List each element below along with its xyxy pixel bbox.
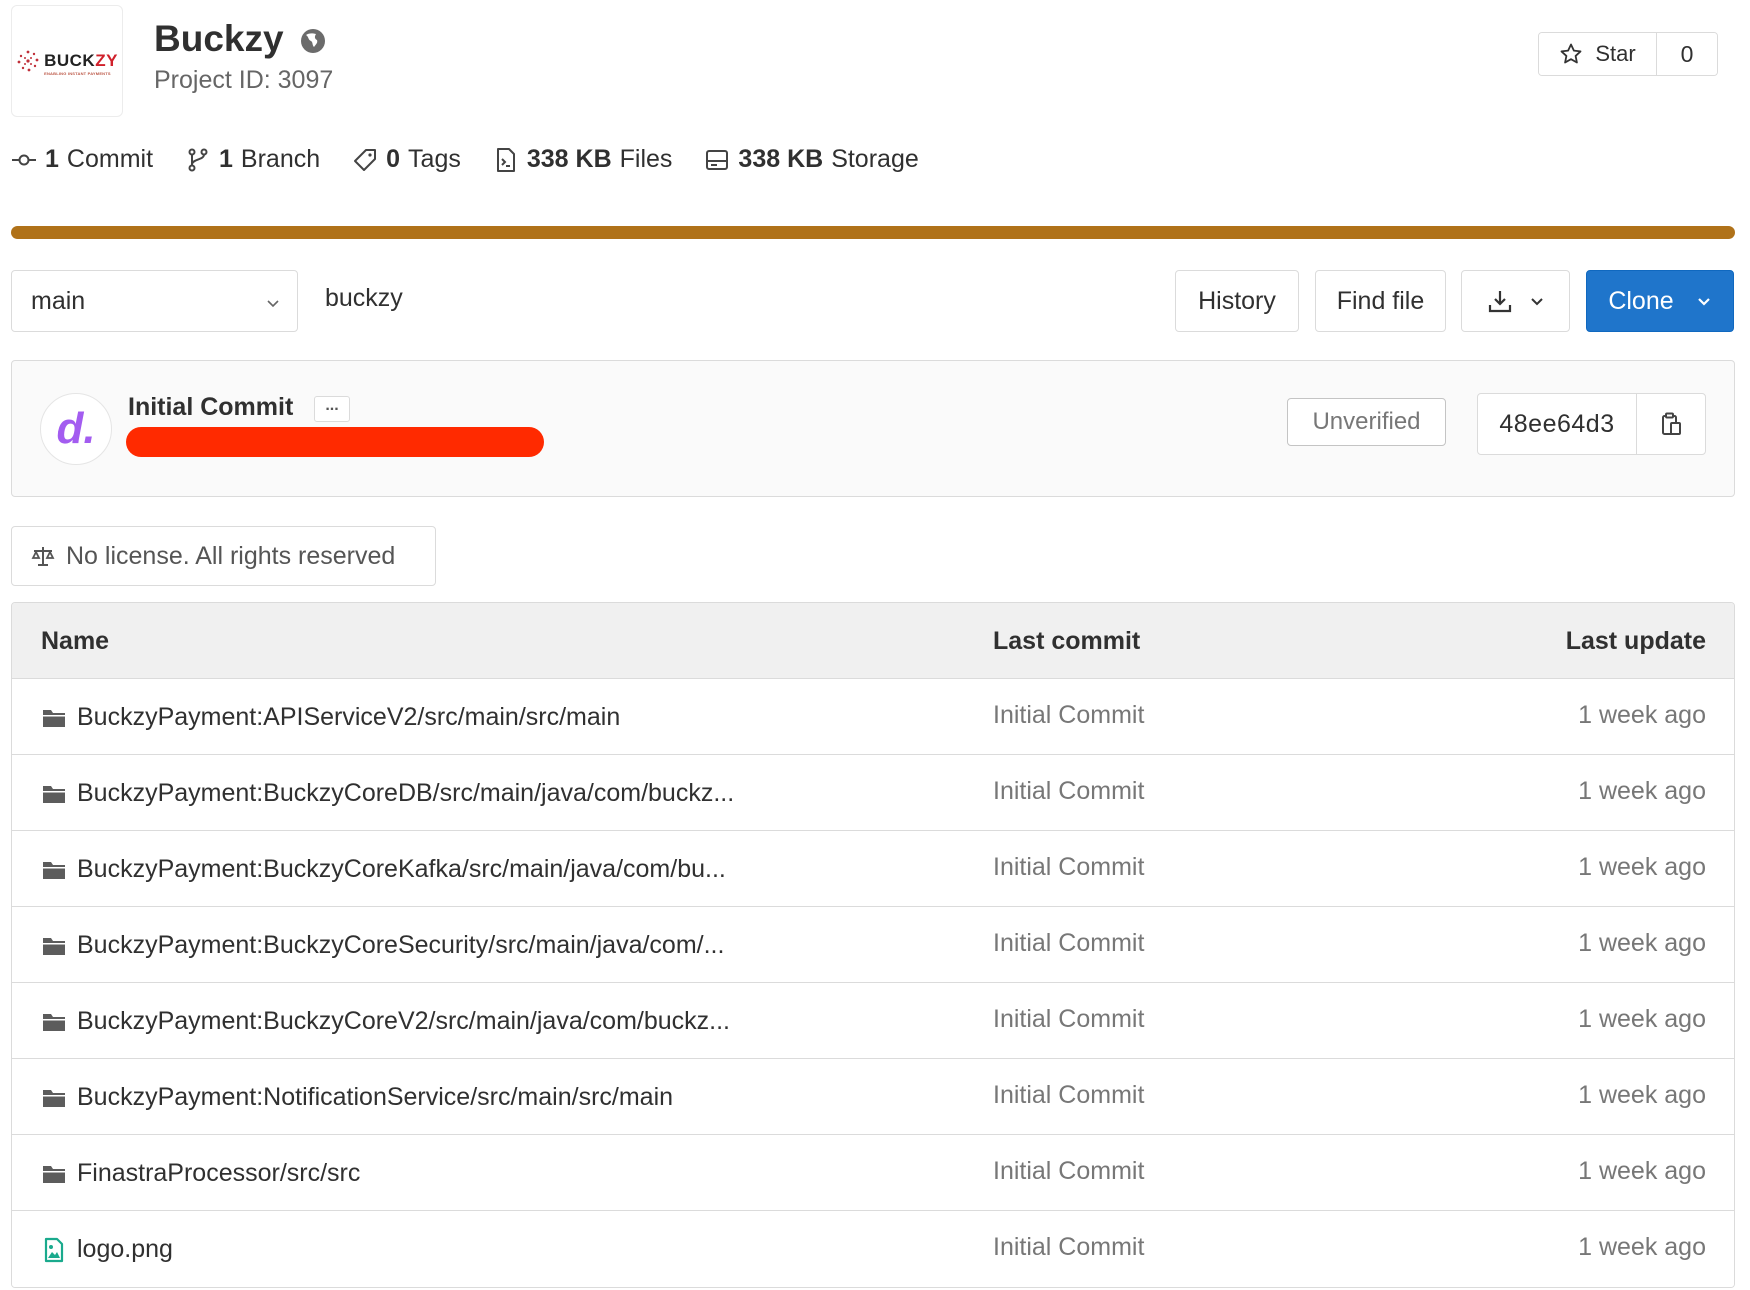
star-icon (1560, 43, 1582, 64)
chevron-down-icon (1530, 298, 1543, 306)
table-row[interactable]: BuckzyPayment:BuckzyCoreSecurity/src/mai… (12, 907, 1734, 983)
scale-icon (31, 547, 55, 566)
stat-commits[interactable]: 1 Commit (11, 145, 153, 174)
branch-name: main (31, 286, 86, 315)
file-name-link[interactable]: logo.png (77, 1235, 173, 1264)
row-last-commit[interactable]: Initial Commit (993, 701, 1144, 730)
row-last-update: 1 week ago (1578, 1005, 1706, 1033)
logo-tagline: ENABLING INSTANT PAYMENTS (44, 71, 111, 76)
globe-icon (300, 29, 325, 53)
folder-icon (43, 785, 65, 803)
project-avatar[interactable]: BUCKZY ENABLING INSTANT PAYMENTS (11, 5, 123, 117)
repository-language-bar[interactable] (11, 226, 1735, 239)
row-last-update: 1 week ago (1578, 1081, 1706, 1109)
redacted-author (126, 427, 544, 457)
table-row[interactable]: BuckzyPayment:BuckzyCoreKafka/src/main/j… (12, 831, 1734, 907)
project-title: Buckzy (154, 18, 326, 60)
folder-icon (43, 937, 65, 955)
star-button-group: Star 0 (1538, 32, 1718, 76)
row-last-update: 1 week ago (1578, 701, 1706, 729)
author-avatar[interactable]: d. (40, 393, 112, 465)
star-count[interactable]: 0 (1657, 33, 1717, 75)
row-last-update: 1 week ago (1578, 853, 1706, 881)
license-button[interactable]: No license. All rights reserved (11, 526, 436, 586)
storage-icon (706, 149, 729, 170)
clipboard-icon (1662, 412, 1681, 435)
tag-icon (354, 148, 377, 171)
logo-wordmark: BUCKZY ENABLING INSTANT PAYMENTS (44, 51, 118, 76)
row-last-update: 1 week ago (1578, 929, 1706, 957)
folder-icon (43, 1089, 65, 1107)
history-button[interactable]: History (1175, 270, 1299, 332)
branch-icon (188, 148, 208, 171)
file-name-link[interactable]: BuckzyPayment:BuckzyCoreSecurity/src/mai… (77, 931, 724, 960)
folder-icon (43, 1013, 65, 1031)
row-last-commit[interactable]: Initial Commit (993, 1233, 1144, 1262)
table-row[interactable]: BuckzyPayment:BuckzyCoreV2/src/main/java… (12, 983, 1734, 1059)
project-id: Project ID: 3097 (154, 66, 334, 94)
file-name-link[interactable]: FinastraProcessor/src/src (77, 1159, 360, 1188)
table-row[interactable]: logo.png Initial Commit 1 week ago (12, 1211, 1734, 1287)
license-text: No license. All rights reserved (66, 541, 396, 570)
file-tree-table: Name Last commit Last update BuckzyPayme… (11, 602, 1735, 1288)
row-last-update: 1 week ago (1578, 777, 1706, 805)
row-last-commit[interactable]: Initial Commit (993, 853, 1144, 882)
clone-button[interactable]: Clone (1586, 270, 1734, 332)
stat-storage[interactable]: 338 KB Storage (704, 145, 919, 174)
chevron-down-icon (267, 300, 279, 308)
star-button[interactable]: Star (1539, 33, 1657, 75)
header-name: Name (41, 627, 110, 655)
logo-dots-icon (17, 50, 39, 72)
stat-tags[interactable]: 0 Tags (352, 145, 461, 174)
row-last-commit[interactable]: Initial Commit (993, 1157, 1144, 1186)
branch-selector[interactable]: main (11, 270, 298, 332)
project-stats: 1 Commit 1 Branch 0 Tags 338 KB Files 33… (11, 145, 951, 174)
folder-icon (43, 1165, 65, 1183)
commit-icon (12, 154, 36, 165)
row-last-update: 1 week ago (1578, 1157, 1706, 1185)
header-last-commit: Last commit (993, 627, 1141, 655)
folder-icon (43, 861, 65, 879)
table-row[interactable]: BuckzyPayment:APIServiceV2/src/main/src/… (12, 679, 1734, 755)
signature-badge[interactable]: Unverified (1287, 398, 1446, 446)
project-name[interactable]: Buckzy (154, 18, 284, 60)
folder-icon (43, 709, 65, 727)
stat-branches[interactable]: 1 Branch (185, 145, 320, 174)
stat-files[interactable]: 338 KB Files (493, 145, 672, 174)
table-row[interactable]: BuckzyPayment:NotificationService/src/ma… (12, 1059, 1734, 1135)
commit-sha-group: 48ee64d3 (1477, 393, 1706, 455)
row-last-commit[interactable]: Initial Commit (993, 1081, 1144, 1110)
last-commit-panel: d. Initial Commit ... Unverified 48ee64d… (11, 360, 1735, 497)
header-last-update: Last update (1565, 627, 1706, 655)
table-row[interactable]: FinastraProcessor/src/src Initial Commit… (12, 1135, 1734, 1211)
commit-expand-button[interactable]: ... (314, 396, 350, 422)
star-label: Star (1595, 41, 1636, 66)
copy-sha-button[interactable] (1637, 394, 1705, 454)
file-name-link[interactable]: BuckzyPayment:BuckzyCoreDB/src/main/java… (77, 779, 734, 808)
find-file-button[interactable]: Find file (1315, 270, 1446, 332)
file-name-link[interactable]: BuckzyPayment:BuckzyCoreV2/src/main/java… (77, 1007, 730, 1036)
row-last-commit[interactable]: Initial Commit (993, 777, 1144, 806)
file-name-link[interactable]: BuckzyPayment:APIServiceV2/src/main/src/… (77, 703, 620, 732)
breadcrumb[interactable]: buckzy (325, 284, 403, 313)
row-last-commit[interactable]: Initial Commit (993, 1005, 1144, 1034)
row-last-update: 1 week ago (1578, 1233, 1706, 1261)
clone-label: Clone (1608, 286, 1674, 315)
table-row[interactable]: BuckzyPayment:BuckzyCoreDB/src/main/java… (12, 755, 1734, 831)
chevron-down-icon (1697, 298, 1710, 306)
file-name-link[interactable]: BuckzyPayment:BuckzyCoreKafka/src/main/j… (77, 855, 726, 884)
table-header: Name Last commit Last update (12, 603, 1734, 679)
file-name-link[interactable]: BuckzyPayment:NotificationService/src/ma… (77, 1083, 673, 1112)
commit-sha[interactable]: 48ee64d3 (1478, 394, 1637, 454)
download-icon (1488, 291, 1511, 313)
commit-title[interactable]: Initial Commit (128, 393, 293, 422)
row-last-commit[interactable]: Initial Commit (993, 929, 1144, 958)
file-icon (496, 147, 515, 172)
image-file-icon (44, 1237, 64, 1262)
download-button[interactable] (1461, 270, 1570, 332)
